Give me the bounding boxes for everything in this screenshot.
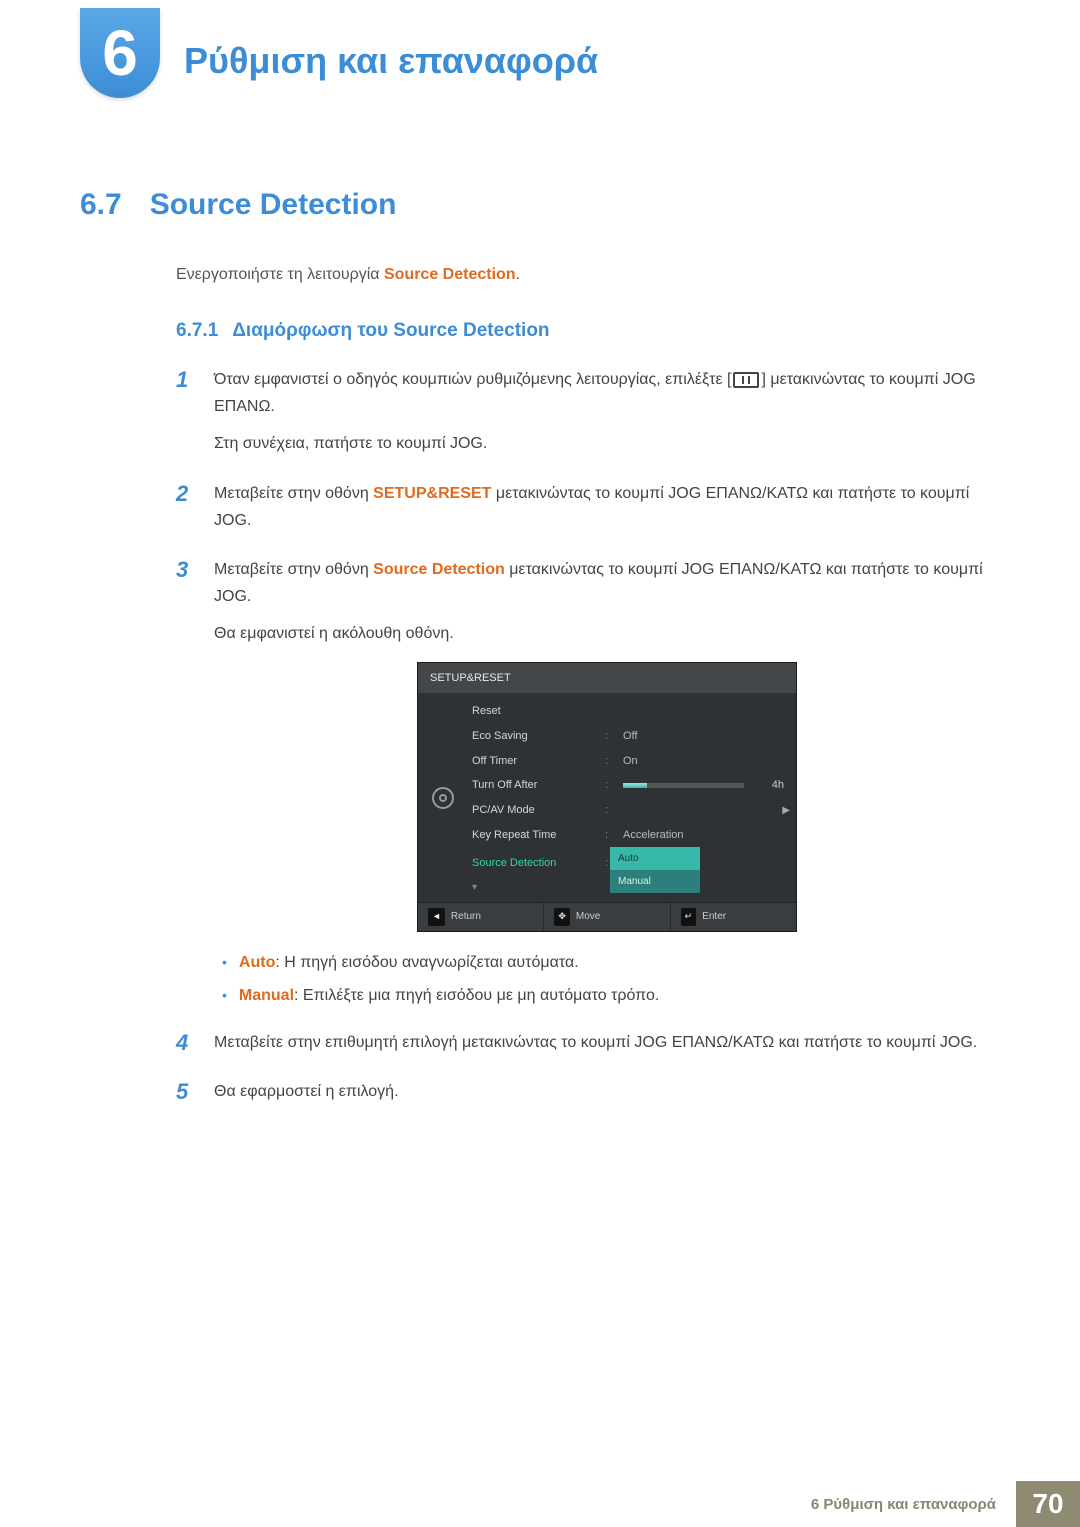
- step-2: 2 Μεταβείτε στην οθόνη SETUP&RESET μετακ…: [176, 480, 1000, 544]
- step-number: 4: [176, 1029, 194, 1066]
- osd-row-pcav: PC/AV Mode : ▶: [468, 798, 796, 823]
- step-number: 2: [176, 480, 194, 544]
- bullet-auto: • Auto: Η πηγή εισόδου αναγνωρίζεται αυτ…: [214, 950, 1000, 976]
- subsection-title: Διαμόρφωση του Source Detection: [232, 320, 549, 342]
- page-header: 6 Ρύθμιση και επαναφορά: [80, 0, 1000, 98]
- gear-icon: [432, 787, 454, 809]
- bullet-auto-term: Auto: [239, 954, 275, 971]
- osd-dropdown-manual: Manual: [610, 870, 700, 893]
- osd-menu: SETUP&RESET Reset Eco Saving :: [417, 662, 797, 932]
- return-key-icon: ◄: [428, 908, 445, 925]
- section-title: Source Detection: [150, 188, 397, 222]
- section-number: 6.7: [80, 188, 122, 222]
- osd-dropdown-auto: Auto: [610, 847, 700, 870]
- osd-row-turnoff: Turn Off After : 4h: [468, 773, 796, 798]
- osd-footer-enter: ↵ Enter: [671, 903, 796, 930]
- section-heading: 6.7 Source Detection: [80, 188, 1000, 222]
- chapter-title: Ρύθμιση και επαναφορά: [184, 40, 598, 82]
- slider-track: [623, 783, 744, 788]
- osd-title: SETUP&RESET: [418, 663, 796, 694]
- move-key-icon: ✥: [554, 908, 570, 925]
- step-5-text: Θα εφαρμοστεί η επιλογή.: [214, 1078, 1000, 1105]
- osd-footer-move: ✥ Move: [544, 903, 670, 930]
- subsection-heading: 6.7.1 Διαμόρφωση του Source Detection: [176, 320, 1000, 342]
- subsection-number: 6.7.1: [176, 320, 218, 342]
- step-3-p2: Θα εμφανιστεί η ακόλουθη οθόνη.: [214, 620, 1000, 647]
- osd-row-repeat: Key Repeat Time : Acceleration: [468, 823, 796, 848]
- osd-sidebar: [418, 693, 468, 902]
- osd-dropdown: Auto Manual: [610, 847, 700, 893]
- option-bullets: • Auto: Η πηγή εισόδου αναγνωρίζεται αυτ…: [214, 950, 1000, 1009]
- step-5: 5 Θα εφαρμοστεί η επιλογή.: [176, 1078, 1000, 1115]
- step-2-highlight: SETUP&RESET: [373, 485, 491, 502]
- step-3-highlight: Source Detection: [373, 561, 505, 578]
- footer-chapter-label: 6 Ρύθμιση και επαναφορά: [791, 1481, 1016, 1527]
- osd-rows: Reset Eco Saving : Off Off Timer : On: [468, 693, 796, 902]
- step-4-text: Μεταβείτε στην επιθυμητή επιλογή μετακιν…: [214, 1029, 1000, 1056]
- chapter-badge: 6: [80, 8, 160, 98]
- step-number: 3: [176, 556, 194, 1017]
- bullet-manual-term: Manual: [239, 987, 294, 1004]
- bullet-dot-icon: •: [214, 950, 227, 976]
- osd-footer-return: ◄ Return: [418, 903, 544, 930]
- menu-icon: [733, 372, 759, 388]
- osd-row-source: Source Detection : Auto Manual: [468, 847, 796, 879]
- osd-footer: ◄ Return ✥ Move ↵ Enter: [418, 902, 796, 930]
- step-3: 3 Μεταβείτε στην οθόνη Source Detection …: [176, 556, 1000, 1017]
- step-4: 4 Μεταβείτε στην επιθυμητή επιλογή μετακ…: [176, 1029, 1000, 1066]
- step-1-p2: Στη συνέχεια, πατήστε το κουμπί JOG.: [214, 430, 1000, 457]
- step-number: 5: [176, 1078, 194, 1115]
- chapter-number: 6: [102, 16, 138, 90]
- step-number: 1: [176, 366, 194, 468]
- intro-text: Ενεργοποιήστε τη λειτουργία Source Detec…: [176, 266, 1000, 284]
- bullet-dot-icon: •: [214, 983, 227, 1009]
- osd-row-timer: Off Timer : On: [468, 749, 796, 774]
- steps-list: 1 Όταν εμφανιστεί ο οδηγός κουμπιών ρυθμ…: [176, 366, 1000, 1115]
- slider-fill: [623, 783, 647, 788]
- osd-row-eco: Eco Saving : Off: [468, 724, 796, 749]
- bullet-manual: • Manual: Επιλέξτε μια πηγή εισόδου με μ…: [214, 983, 1000, 1009]
- page-footer: 6 Ρύθμιση και επαναφορά 70: [791, 1481, 1080, 1527]
- footer-page-number: 70: [1016, 1481, 1080, 1527]
- step-1: 1 Όταν εμφανιστεί ο οδηγός κουμπιών ρυθμ…: [176, 366, 1000, 468]
- osd-row-reset: Reset: [468, 699, 796, 724]
- enter-key-icon: ↵: [681, 908, 697, 925]
- intro-term: Source Detection: [384, 266, 516, 283]
- chevron-right-icon: ▶: [782, 802, 790, 819]
